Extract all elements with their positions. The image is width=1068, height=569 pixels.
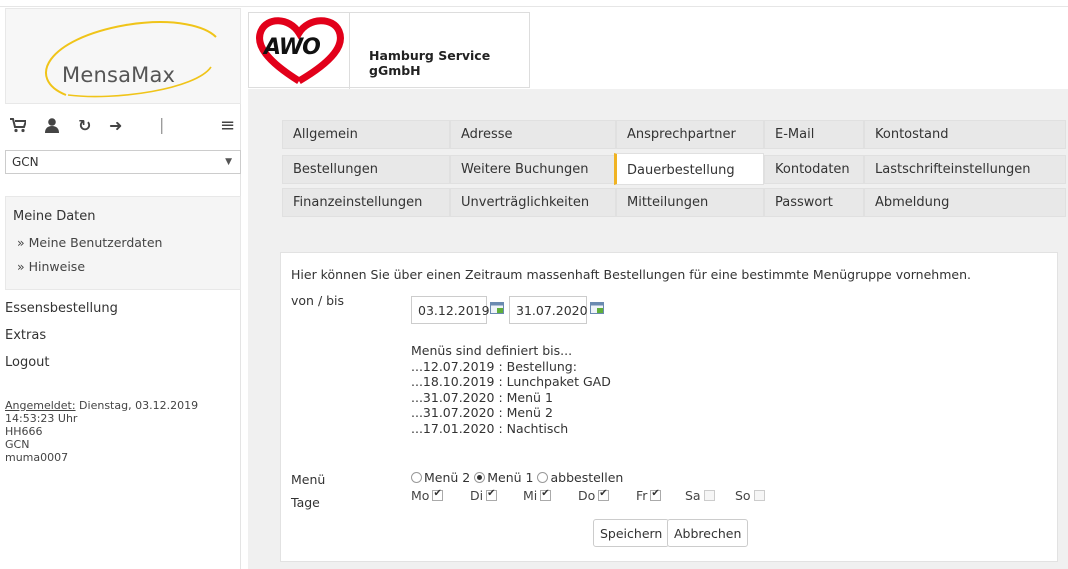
date-to-input[interactable]: 31.07.2020 <box>509 296 588 324</box>
menus-line: ...31.07.2020 : Menü 1 <box>411 389 553 405</box>
login-time: 14:53:23 Uhr <box>5 412 78 425</box>
menus-title: Menüs sind definiert bis... <box>411 343 573 358</box>
menu-label: Menü <box>291 472 326 487</box>
tab-email[interactable]: E-Mail <box>764 120 864 149</box>
day-fr: Fr <box>636 488 662 503</box>
login-user: HH666 <box>5 425 43 438</box>
day-sa: Sa <box>685 488 715 503</box>
tab-adresse[interactable]: Adresse <box>450 120 616 149</box>
checkbox-di[interactable] <box>486 488 498 501</box>
tab-kontostand[interactable]: Kontostand <box>864 120 1066 149</box>
tab-passwort[interactable]: Passwort <box>764 188 864 217</box>
radio-label-menu-2: Menü 2 <box>424 470 471 485</box>
awo-wordmark: AWO <box>264 35 321 60</box>
awo-logo: AWO Hamburg Service gGmbH <box>248 12 530 89</box>
tab-mitteilungen[interactable]: Mitteilungen <box>616 188 764 217</box>
tab-ansprechpartner[interactable]: Ansprechpartner <box>616 120 764 149</box>
refresh-icon[interactable]: ↻ <box>78 118 91 134</box>
logout-icon[interactable]: ➜ <box>109 118 122 134</box>
user-icon[interactable] <box>45 118 59 133</box>
tab-lastschrifteinstellungen[interactable]: Lastschrifteinstellungen <box>864 155 1066 184</box>
tab-weitere-buchungen[interactable]: Weitere Buchungen <box>450 155 616 184</box>
range-label: von / bis <box>291 293 345 308</box>
calendar-icon[interactable] <box>490 302 504 314</box>
radio-label-abbestellen: abbestellen <box>550 470 624 485</box>
day-label: Sa <box>685 488 701 503</box>
day-di: Di <box>470 488 498 503</box>
cart-icon[interactable] <box>10 118 26 133</box>
awo-divider <box>349 13 350 89</box>
logo-swoosh-icon <box>45 21 217 98</box>
top-divider <box>0 6 1068 7</box>
menus-line: ...31.07.2020 : Menü 2 <box>411 405 553 420</box>
day-mi: Mi <box>523 488 552 503</box>
day-label: Mi <box>523 488 538 503</box>
toolbar-divider: | <box>159 115 165 134</box>
checkbox-mi[interactable] <box>540 488 552 501</box>
menus-line: ...17.01.2020 : Nachtisch <box>411 420 569 436</box>
day-label: Fr <box>636 488 648 503</box>
menus-line: ...12.07.2019 : Bestellung: <box>411 358 577 374</box>
day-label: Mo <box>411 488 430 503</box>
day-label: Do <box>578 488 596 503</box>
radio-label-menu-1: Menü 1 <box>487 470 534 485</box>
menu-radio-group: Menü 2 Menü 1 abbestellen <box>411 470 623 485</box>
radio-menu-1[interactable] <box>474 472 486 483</box>
logo-text: MensaMax <box>62 63 176 87</box>
day-mo: Mo <box>411 488 444 503</box>
nav-essensbestellung[interactable]: Essensbestellung <box>5 301 118 316</box>
day-do: Do <box>578 488 610 503</box>
form-intro: Hier können Sie über einen Zeitraum mass… <box>291 267 971 282</box>
login-id: muma0007 <box>5 451 69 464</box>
day-label: So <box>735 488 751 503</box>
cancel-button[interactable]: Abbrechen <box>667 519 749 547</box>
org-name: Hamburg Service gGmbH <box>369 48 491 78</box>
calendar-icon[interactable] <box>590 302 604 314</box>
chevron-down-icon: ▼ <box>225 157 232 167</box>
sidebar-item-benutzerdaten[interactable]: » Meine Benutzerdaten <box>17 235 162 250</box>
meine-daten-title: Meine Daten <box>13 209 96 224</box>
day-label: Di <box>470 488 484 503</box>
menus-defined-list: Menüs sind definiert bis... ...12.07.201… <box>411 343 611 436</box>
days-label: Tage <box>291 495 320 510</box>
group-select[interactable]: GCN ▼ <box>5 150 241 174</box>
radio-abbestellen[interactable] <box>537 472 549 483</box>
checkbox-sa[interactable] <box>703 490 715 501</box>
tab-kontodaten[interactable]: Kontodaten <box>764 155 864 184</box>
login-info-line: Angemeldet: Dienstag, 03.12.2019 <box>5 399 198 412</box>
menu-icon[interactable]: ≡ <box>220 117 235 135</box>
tab-abmeldung[interactable]: Abmeldung <box>864 188 1066 217</box>
tab-bestellungen[interactable]: Bestellungen <box>282 155 450 184</box>
checkbox-so[interactable] <box>753 490 765 501</box>
nav-logout[interactable]: Logout <box>5 355 50 370</box>
mensamax-logo[interactable]: MensaMax <box>5 8 241 104</box>
group-select-value: GCN <box>12 155 39 169</box>
tab-allgemein[interactable]: Allgemein <box>282 120 450 149</box>
tab-unvertraeglichkeiten[interactable]: Unverträglichkeiten <box>450 188 616 217</box>
checkbox-do[interactable] <box>598 488 610 501</box>
checkbox-mo[interactable] <box>432 488 444 501</box>
login-label: Angemeldet: <box>5 399 76 412</box>
dauerbestellung-panel <box>280 252 1058 562</box>
tab-finanzeinstellungen[interactable]: Finanzeinstellungen <box>282 188 450 217</box>
meine-daten-box: Meine Daten » Meine Benutzerdaten » Hinw… <box>5 196 241 290</box>
checkbox-fr[interactable] <box>650 488 662 501</box>
radio-menu-2[interactable] <box>411 472 422 483</box>
login-group: GCN <box>5 438 30 451</box>
day-so: So <box>735 488 765 503</box>
menus-line: ...18.10.2019 : Lunchpaket GAD <box>411 374 611 389</box>
nav-extras[interactable]: Extras <box>5 328 46 343</box>
login-date: Dienstag, 03.12.2019 <box>75 399 199 412</box>
sidebar: MensaMax ↻ ➜ | ≡ GCN ▼ Meine Daten » Mei… <box>5 8 241 569</box>
tab-dauerbestellung[interactable]: Dauerbestellung <box>614 153 764 185</box>
save-button[interactable]: Speichern <box>593 519 670 547</box>
date-from-input[interactable]: 03.12.2019 <box>411 296 490 324</box>
sidebar-item-hinweise[interactable]: » Hinweise <box>17 259 85 274</box>
icon-toolbar: ↻ ➜ | ≡ <box>5 108 241 144</box>
